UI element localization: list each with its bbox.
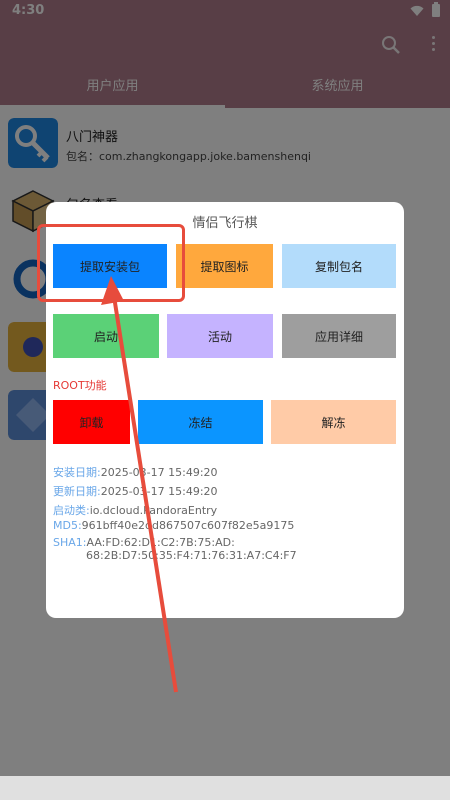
annotation-arrow-icon <box>101 276 178 693</box>
system-nav-bar <box>0 776 450 800</box>
